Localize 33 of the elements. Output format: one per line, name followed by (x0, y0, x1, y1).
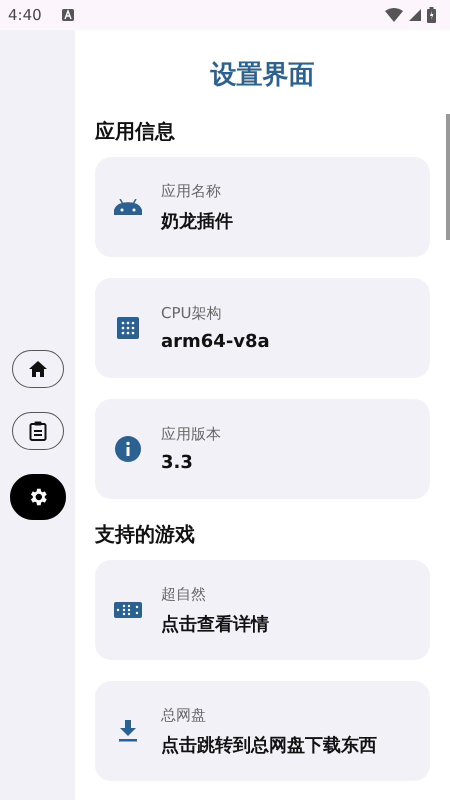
card-label: 超自然 (161, 584, 207, 604)
info-card[interactable]: 总网盘 点击跳转到总网盘下载东西 (95, 681, 430, 781)
download-icon (118, 720, 138, 742)
status-time: 4:40 (8, 6, 42, 24)
card-value: 点击跳转到总网盘下载东西 (161, 734, 377, 756)
settings-nav-button[interactable] (10, 474, 66, 520)
card-label: 总网盘 (161, 706, 207, 724)
wifi-icon (385, 8, 403, 22)
home-icon (28, 361, 46, 377)
info-icon (115, 436, 141, 462)
card-value: arm64-v8a (161, 331, 270, 352)
grid-icon (117, 317, 139, 339)
info-card[interactable]: 应用名称 奶龙插件 (95, 157, 430, 257)
info-card[interactable]: 超自然 点击查看详情 (95, 560, 430, 660)
dice-icon (114, 602, 142, 618)
card-label: CPU架构 (161, 304, 222, 323)
card-value: 点击查看详情 (161, 612, 269, 636)
signal-icon (409, 9, 421, 21)
home-nav-button[interactable] (12, 350, 64, 388)
keyboard-icon (62, 9, 74, 21)
card-label: 应用名称 (161, 182, 222, 200)
info-card[interactable]: CPU架构 arm64-v8a (95, 278, 430, 378)
section-heading: 支持的游戏 (95, 521, 196, 548)
android-icon (114, 199, 142, 215)
card-value: 奶龙插件 (161, 210, 233, 232)
page-title: 设置界面 (209, 59, 316, 92)
card-label: 应用版本 (161, 425, 221, 444)
info-card[interactable]: 应用版本 3.3 (95, 399, 430, 499)
clipboard-nav-button[interactable] (12, 412, 64, 450)
card-value: 3.3 (161, 452, 194, 473)
battery-icon (427, 7, 436, 23)
section-heading: 应用信息 (95, 118, 176, 145)
clipboard-icon (28, 421, 46, 441)
